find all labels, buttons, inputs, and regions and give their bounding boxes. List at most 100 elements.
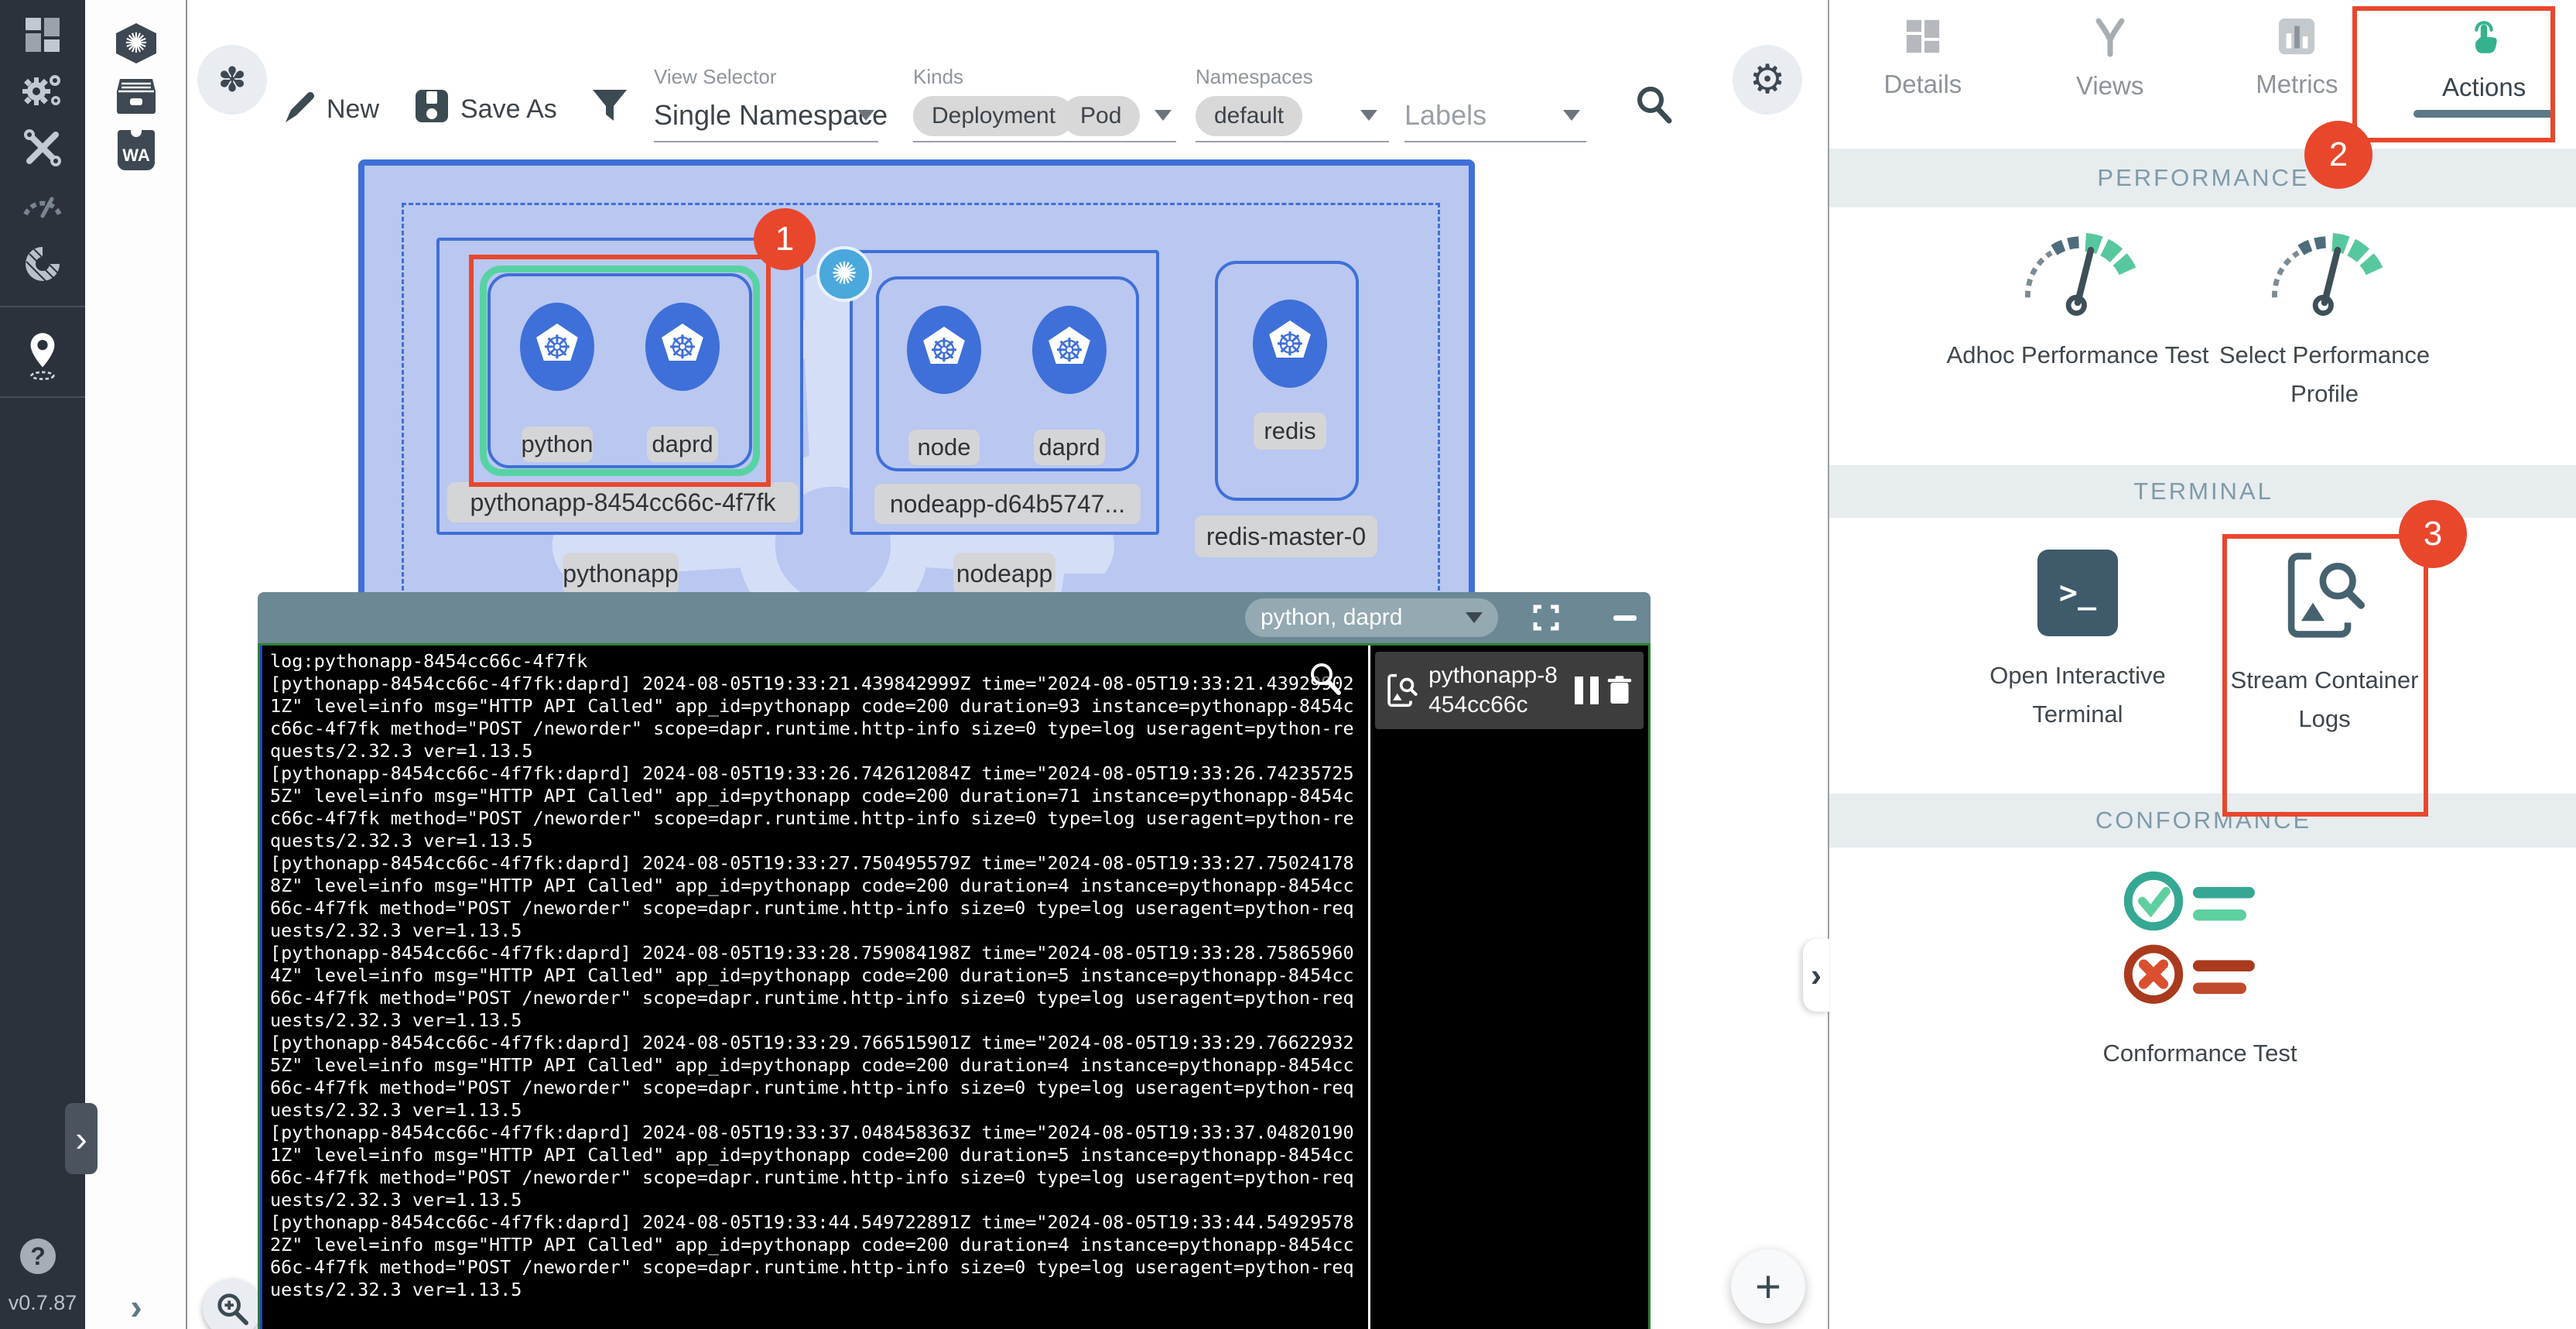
fullscreen-icon[interactable] (1533, 605, 1559, 631)
pod-name-label: nodeapp-d64b5747... (874, 484, 1141, 524)
log-search-icon[interactable] (1307, 659, 1343, 695)
kubernetes-wheel-icon: ☸ (929, 334, 959, 367)
sidebar-item-locations[interactable] (0, 321, 85, 391)
action-conformance-test[interactable]: Conformance Test (2045, 867, 2355, 1073)
container-selector-dropdown[interactable]: python, daprd (1245, 598, 1498, 637)
webassembly-icon: WA (118, 130, 155, 170)
chevron-right-icon: › (1811, 957, 1822, 994)
chevron-down-icon[interactable] (857, 110, 874, 121)
action-label: Open Interactive Terminal (1950, 656, 2205, 734)
rail-item-archive[interactable] (85, 74, 187, 118)
container-label: daprd (1034, 430, 1105, 465)
plus-icon: + (1755, 1261, 1781, 1313)
kind-chip-deployment[interactable]: Deployment (913, 96, 1074, 136)
container-node-redis[interactable]: ☸ (1253, 300, 1327, 388)
container-label: node (908, 430, 980, 465)
conformance-checklist-icon (2123, 867, 2277, 1014)
details-grid-icon (1904, 17, 1942, 56)
secondary-rail: ✺ WA › (85, 0, 187, 1329)
pod-group-nodeapp[interactable]: ☸ ☸ node daprd nodeapp-d64b5747... (850, 250, 1159, 535)
views-branch-icon (2091, 17, 2130, 57)
log-entry: [pythonapp-8454cc66c-4f7fk:daprd] 2024-0… (270, 1211, 1360, 1301)
sidebar-item-tools[interactable] (0, 121, 85, 175)
settings-button[interactable]: ⚙ (1733, 45, 1802, 115)
log-entry: [pythonapp-8454cc66c-4f7fk:daprd] 2024-0… (270, 762, 1360, 852)
log-stream-tabs: pythonapp-8454cc66c (1370, 646, 1648, 1329)
metrics-chart-icon (2277, 17, 2316, 56)
canvas-zoom-button[interactable] (203, 1279, 262, 1329)
app-screen: › ? v0.7.87 ✺ WA › ✽ (0, 0, 2576, 1329)
tab-label: pythonapp-8454cc66c (1428, 661, 1570, 720)
kind-chip-pod[interactable]: Pod (1062, 96, 1140, 136)
tab-views[interactable]: Views (2017, 0, 2204, 133)
gauge-icon (21, 187, 64, 221)
view-selector-label: View Selector (654, 65, 777, 89)
log-output-area[interactable]: log:pythonapp-8454cc66c-4f7fk [pythonapp… (260, 646, 1368, 1329)
tab-details[interactable]: Details (1829, 0, 2017, 133)
log-stream-tab-pythonapp[interactable]: pythonapp-8454cc66c (1375, 652, 1644, 729)
view-selector-dropdown[interactable]: Single Namespace (654, 99, 888, 132)
annotation-badge-2: 2 (2304, 121, 2372, 189)
pencil-icon[interactable] (282, 90, 318, 125)
underline (913, 141, 1176, 142)
annotation-badge-1: 1 (754, 208, 816, 270)
container-node-node[interactable]: ☸ (907, 306, 981, 394)
chevron-down-icon (1466, 612, 1483, 623)
terminal-body: log:pythonapp-8454cc66c-4f7fk [pythonapp… (258, 643, 1651, 1329)
action-select-performance-profile[interactable]: Select Performance Profile (2189, 229, 2460, 413)
chevron-down-icon[interactable] (1155, 110, 1172, 121)
kinds-label: Kinds (913, 65, 963, 89)
chevron-down-icon[interactable] (1563, 110, 1580, 121)
action-open-interactive-terminal[interactable]: >_ Open Interactive Terminal (1950, 550, 2205, 734)
new-button[interactable]: New (327, 94, 379, 125)
pod-redis[interactable]: ☸ redis (1215, 261, 1359, 501)
panel-collapse-handle[interactable]: › (1803, 939, 1829, 1012)
crossed-tools-icon (22, 127, 63, 169)
save-icon[interactable] (414, 88, 450, 124)
sidebar-divider (0, 306, 85, 307)
mesh-pie-icon (22, 243, 63, 285)
terminal-header[interactable]: python, daprd (258, 592, 1651, 643)
filter-funnel-icon[interactable] (591, 88, 628, 127)
add-button[interactable]: + (1731, 1249, 1805, 1324)
labels-dropdown[interactable]: Labels (1404, 99, 1486, 132)
log-entry: [pythonapp-8454cc66c-4f7fk:daprd] 2024-0… (270, 942, 1360, 1032)
log-terminal-window: python, daprd log:pythonapp-8454cc66c-4f… (258, 592, 1651, 1329)
search-icon[interactable] (1634, 84, 1675, 124)
trash-icon[interactable] (1606, 674, 1633, 707)
kubernetes-wheel-icon: ☸ (1275, 328, 1305, 361)
deployment-label-nodeapp: nodeapp (953, 553, 1055, 594)
zoom-in-icon (215, 1291, 249, 1325)
namespace-chip-default[interactable]: default (1196, 96, 1302, 136)
rail-collapse-button[interactable]: › (85, 1285, 187, 1328)
gears-icon (19, 70, 66, 111)
rail-item-dapr[interactable]: ✺ (85, 19, 187, 67)
namespaces-label: Namespaces (1196, 65, 1313, 89)
pause-icon[interactable] (1575, 676, 1599, 704)
tab-label: Metrics (2256, 70, 2338, 99)
app-version: v0.7.87 (0, 1291, 85, 1315)
save-as-button[interactable]: Save As (460, 94, 557, 125)
pod-group-pythonapp[interactable]: ☸ ☸ python daprd pythonapp-8454cc66c-4f7… (436, 238, 803, 535)
container-node-daprd[interactable]: ☸ (1032, 306, 1107, 394)
left-sidebar: › ? v0.7.87 (0, 0, 85, 1329)
sidebar-item-operations[interactable] (0, 63, 85, 118)
sidebar-item-dashboard[interactable] (0, 8, 85, 62)
chevron-down-icon[interactable] (1360, 110, 1377, 121)
action-adhoc-performance-test[interactable]: Adhoc Performance Test (1942, 229, 2213, 375)
action-label: Adhoc Performance Test (1947, 336, 2209, 375)
rail-item-webassembly[interactable]: WA (85, 127, 187, 173)
sidebar-expand-button[interactable]: › (65, 1103, 97, 1174)
pod-name-label: pythonapp-8454cc66c-4f7fk (447, 482, 799, 522)
graph-menu-button[interactable]: ✽ (197, 45, 267, 115)
dapr-sidecar-badge-icon: ✺ (816, 246, 872, 302)
dashboard-grid-icon (22, 15, 63, 55)
performance-gauge-icon (2012, 229, 2143, 316)
sidebar-item-service-mesh[interactable] (0, 237, 85, 291)
help-button[interactable]: ? (20, 1238, 56, 1274)
minimize-icon[interactable] (1613, 615, 1637, 621)
sidebar-item-performance[interactable] (0, 176, 85, 231)
annotation-rect-1 (469, 255, 771, 487)
log-line: log:pythonapp-8454cc66c-4f7fk (270, 650, 1360, 673)
underline (1196, 141, 1389, 142)
